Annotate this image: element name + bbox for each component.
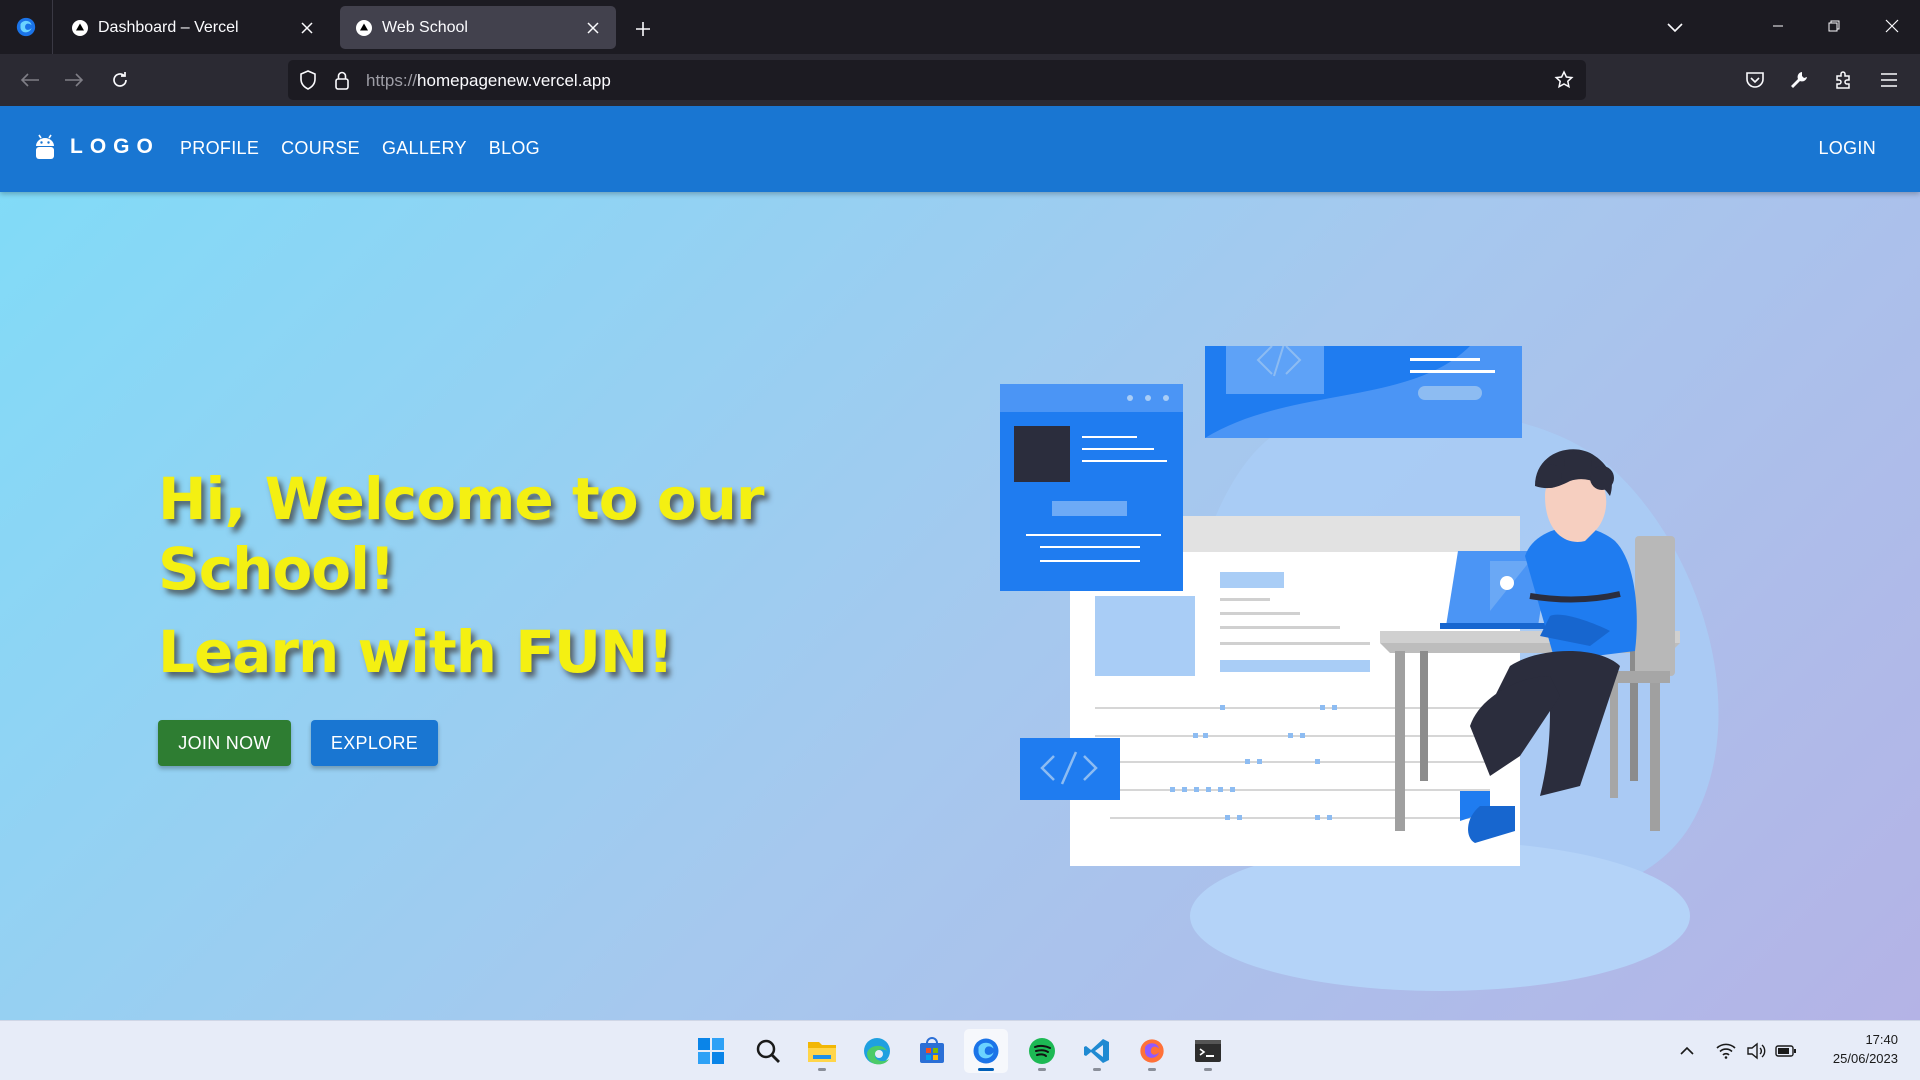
- firefox-dev-icon: [16, 17, 36, 37]
- menu-item-blog[interactable]: BLOG: [489, 138, 540, 159]
- taskbar-terminal[interactable]: [1186, 1029, 1230, 1073]
- taskbar-firefox-dev[interactable]: [964, 1029, 1008, 1073]
- login-button[interactable]: LOGIN: [1818, 138, 1876, 159]
- system-clock[interactable]: 17:40 25/06/2023: [1833, 1030, 1898, 1068]
- file-explorer-icon: [808, 1042, 836, 1062]
- join-now-button[interactable]: JOIN NOW: [158, 720, 291, 766]
- extensions-button[interactable]: [1826, 62, 1862, 98]
- tab-title: Web School: [382, 18, 468, 36]
- chevron-up-icon: [1680, 1046, 1694, 1055]
- running-indicator: [1148, 1068, 1156, 1071]
- hero-subtitle: Learn with FUN!: [158, 618, 674, 686]
- url-host: homepagenew.vercel.app: [417, 71, 611, 90]
- chevron-down-icon: [1667, 23, 1683, 33]
- wrench-icon: [1791, 72, 1807, 88]
- minimize-icon: [1773, 25, 1783, 27]
- running-indicator: [818, 1068, 826, 1071]
- close-tab-icon[interactable]: [582, 17, 604, 39]
- forward-button[interactable]: [56, 62, 92, 98]
- running-indicator: [1093, 1068, 1101, 1071]
- taskbar-vscode[interactable]: [1075, 1029, 1119, 1073]
- battery-status[interactable]: [1774, 1039, 1798, 1063]
- pocket-button[interactable]: [1737, 62, 1773, 98]
- web-page: LOGO PROFILE COURSE GALLERY BLOG LOGIN H…: [0, 106, 1920, 1020]
- hamburger-icon: [1881, 73, 1897, 87]
- close-icon: [1885, 19, 1899, 33]
- reload-icon: [113, 72, 127, 87]
- battery-icon: [1775, 1045, 1796, 1057]
- lock-icon[interactable]: [332, 70, 352, 90]
- vercel-icon: [356, 19, 372, 36]
- firefox-menu-button[interactable]: [0, 0, 53, 54]
- clock-date: 25/06/2023: [1832, 1051, 1898, 1066]
- taskbar: 17:40 25/06/2023: [0, 1020, 1920, 1080]
- terminal-icon: [1195, 1040, 1221, 1062]
- wifi-status[interactable]: [1714, 1039, 1738, 1063]
- close-tab-icon[interactable]: [296, 17, 318, 39]
- plus-icon: [636, 22, 650, 36]
- taskbar-edge[interactable]: [855, 1029, 899, 1073]
- app-menu-button[interactable]: [1871, 62, 1907, 98]
- pocket-icon: [1746, 72, 1764, 88]
- reload-button[interactable]: [102, 62, 138, 98]
- tab-web-school[interactable]: Web School: [340, 6, 616, 49]
- android-icon: [36, 134, 54, 159]
- tab-title: Dashboard – Vercel: [98, 18, 239, 36]
- menu-item-profile[interactable]: PROFILE: [180, 138, 259, 159]
- start-icon: [698, 1038, 724, 1064]
- vercel-icon: [72, 19, 88, 36]
- taskbar-firefox[interactable]: [1130, 1029, 1174, 1073]
- arrow-right-icon: [65, 73, 84, 87]
- close-window-button[interactable]: [1872, 8, 1912, 44]
- taskbar-store[interactable]: [910, 1029, 954, 1073]
- url-bar[interactable]: https://homepagenew.vercel.app: [288, 60, 1586, 100]
- menu-item-gallery[interactable]: GALLERY: [382, 138, 467, 159]
- back-button[interactable]: [12, 62, 48, 98]
- running-indicator: [1038, 1068, 1046, 1071]
- spotify-icon: [1029, 1038, 1055, 1064]
- store-icon: [920, 1037, 944, 1063]
- minimize-button[interactable]: [1758, 8, 1798, 44]
- arrow-left-icon: [20, 73, 39, 87]
- active-indicator: [978, 1068, 994, 1071]
- logo-text: LOGO: [70, 135, 160, 158]
- tab-strip: Dashboard – Vercel Web School: [0, 0, 1920, 54]
- main-menu: PROFILE COURSE GALLERY BLOG: [180, 138, 540, 159]
- hero-title: Hi, Welcome to our School!: [158, 465, 764, 603]
- wifi-icon: [1716, 1043, 1736, 1059]
- volume-status[interactable]: [1744, 1039, 1768, 1063]
- speaker-icon: [1747, 1042, 1766, 1060]
- edge-icon: [864, 1038, 890, 1065]
- hero-illustration: [1000, 346, 1719, 991]
- show-hidden-icons[interactable]: [1675, 1039, 1699, 1063]
- bookmark-star-icon[interactable]: [1554, 70, 1574, 90]
- explore-button[interactable]: EXPLORE: [311, 720, 438, 766]
- start-button[interactable]: [689, 1029, 733, 1073]
- running-indicator: [1204, 1068, 1212, 1071]
- taskbar-search[interactable]: [746, 1029, 790, 1073]
- restore-button[interactable]: [1814, 8, 1854, 44]
- clock-time: 17:40: [1865, 1032, 1898, 1047]
- site-header: LOGO PROFILE COURSE GALLERY BLOG LOGIN: [0, 106, 1920, 192]
- vscode-icon: [1084, 1039, 1109, 1063]
- restore-icon: [1828, 20, 1840, 32]
- tab-dashboard-vercel[interactable]: Dashboard – Vercel: [56, 6, 330, 49]
- dev-tools-button[interactable]: [1781, 62, 1817, 98]
- firefox-icon: [1140, 1039, 1164, 1063]
- firefox-dev-icon: [973, 1038, 999, 1064]
- search-icon: [756, 1039, 780, 1063]
- menu-item-course[interactable]: COURSE: [281, 138, 360, 159]
- site-logo[interactable]: LOGO: [34, 134, 160, 160]
- list-all-tabs-button[interactable]: [1660, 14, 1690, 42]
- new-tab-button[interactable]: [628, 14, 658, 44]
- shield-icon[interactable]: [298, 70, 318, 90]
- url-scheme: https://: [366, 71, 418, 90]
- taskbar-file-explorer[interactable]: [800, 1029, 844, 1073]
- puzzle-icon: [1836, 71, 1850, 89]
- taskbar-spotify[interactable]: [1020, 1029, 1064, 1073]
- url-text[interactable]: https://homepagenew.vercel.app: [366, 71, 611, 91]
